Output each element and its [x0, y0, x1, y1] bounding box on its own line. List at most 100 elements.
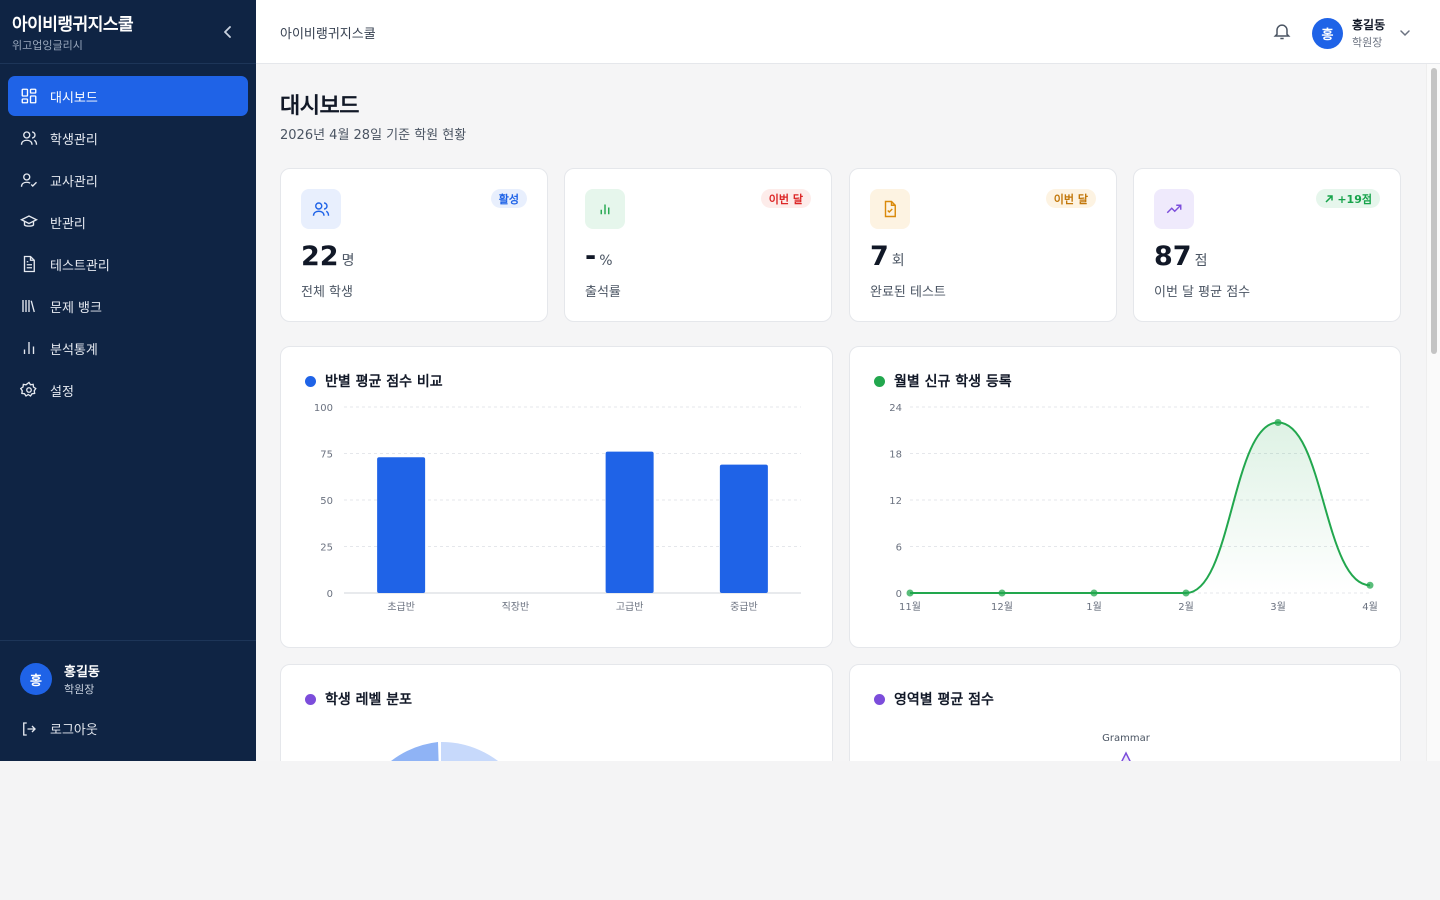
bar: [377, 457, 426, 593]
y-tick-label: 25: [320, 543, 333, 554]
level-distribution-card: 학생 레벨 분포: [280, 664, 833, 761]
area-score-card: 영역별 평균 점수 Grammar: [849, 664, 1401, 761]
y-tick-label: 100: [314, 403, 333, 414]
page-title: 대시보드: [280, 94, 359, 119]
sidebar-item-label: 교사관리: [50, 174, 98, 190]
x-tick-label: 초급반: [387, 601, 415, 613]
pie-chart: [391, 741, 498, 761]
radar-chart: Grammar: [1102, 733, 1151, 761]
user-menu-button[interactable]: 홍 홍길동 학원장: [1312, 16, 1411, 50]
line-point: [1182, 589, 1190, 597]
logout-icon: [23, 721, 36, 736]
sidebar-item-question-bank[interactable]: 문제 뱅크: [8, 286, 248, 326]
bar: [605, 451, 654, 593]
main-content: 대시보드 2026년 4월 28일 기준 학원 현황 활성 22 명 전체 학생 …: [256, 64, 1440, 761]
y-tick-label: 12: [889, 496, 902, 507]
y-tick-label: 24: [889, 403, 902, 414]
sidebar-item-tests[interactable]: 테스트관리: [8, 244, 248, 284]
sidebar: 아이비랭귀지스쿨 위고업잉글리시 대시보드 학생관리 교사관리 반관리 테스트관…: [0, 0, 256, 761]
line-chart-card: 월별 신규 학생 등록 0 6 12 18 24 11월 12월 1월 2월 3월 4월: [849, 346, 1401, 648]
stat-unit: %: [599, 253, 613, 269]
sidebar-item-classes[interactable]: 반관리: [8, 202, 248, 242]
sidebar-user-name: 홍길동: [64, 665, 100, 680]
notifications-button[interactable]: [1272, 21, 1292, 41]
sidebar-item-label: 분석통계: [50, 342, 98, 358]
stat-icon-box: [301, 189, 341, 229]
stat-number: 7: [870, 241, 889, 272]
brand-title: 아이비랭귀지스쿨: [12, 15, 134, 35]
sidebar-item-label: 테스트관리: [50, 258, 110, 274]
app-root: 아이비랭귀지스쿨 위고업잉글리시 대시보드 학생관리 교사관리 반관리 테스트관…: [0, 0, 1440, 761]
topbar: 아이비랭귀지스쿨 홍 홍길동 학원장: [256, 0, 1440, 64]
stat-icon-box: [870, 189, 910, 229]
stat-label: 이번 달 평균 점수: [1154, 285, 1251, 300]
stat-number: 22: [301, 241, 339, 272]
stat-unit: 점: [1194, 253, 1208, 269]
logout-button[interactable]: 로그아웃: [20, 719, 236, 738]
x-tick-label: 2월: [1178, 601, 1194, 613]
sidebar-item-label: 학생관리: [50, 132, 98, 148]
stat-number: 87: [1154, 241, 1192, 272]
bar-chart-icon: [23, 342, 35, 354]
library-icon: [22, 300, 35, 313]
radar-shape: [1121, 751, 1131, 761]
bell-icon: [1273, 24, 1291, 40]
stat-icon-box: [585, 189, 625, 229]
trending-up-icon: [1166, 204, 1182, 214]
y-tick-label: 75: [320, 450, 333, 461]
stat-unit: 명: [341, 253, 355, 269]
arrow-up-right-icon: [1325, 194, 1334, 203]
stat-value: -%: [585, 241, 613, 272]
y-tick-label: 0: [327, 589, 333, 600]
sidebar-item-students[interactable]: 학생관리: [8, 118, 248, 158]
avatar: 홍: [20, 663, 52, 695]
line-point: [1274, 419, 1282, 426]
y-tick-label: 6: [896, 543, 902, 554]
x-tick-label: 4월: [1362, 601, 1378, 613]
collapse-sidebar-button[interactable]: [218, 22, 238, 42]
sidebar-item-analytics[interactable]: 분석통계: [8, 328, 248, 368]
stat-value: 22 명: [301, 241, 354, 272]
sidebar-item-teachers[interactable]: 교사관리: [8, 160, 248, 200]
x-tick-label: 3월: [1270, 601, 1286, 613]
dashboard-grid-icon: [21, 88, 37, 104]
users-icon: [20, 131, 38, 145]
line-point: [906, 589, 914, 597]
page-subtitle: 2026년 4월 28일 기준 학원 현황: [280, 128, 467, 143]
chevron-left-icon: [224, 26, 231, 38]
users-icon: [312, 202, 330, 216]
sidebar-item-label: 설정: [50, 384, 74, 400]
y-tick-label: 50: [320, 496, 333, 507]
graduation-cap-icon: [20, 215, 38, 227]
x-tick-label: 12월: [991, 601, 1013, 613]
status-badge: 이번 달: [1045, 189, 1096, 208]
badge-text: +19점: [1337, 192, 1372, 206]
status-badge: +19점: [1316, 189, 1380, 208]
stat-unit: 회: [891, 253, 905, 269]
line-point: [998, 589, 1006, 597]
file-check-icon: [884, 200, 896, 218]
sidebar-brand: 아이비랭귀지스쿨 위고업잉글리시: [0, 0, 256, 64]
sidebar-footer: 홍 홍길동 학원장 로그아웃: [0, 640, 256, 758]
document-icon: [23, 255, 35, 273]
sidebar-item-label: 대시보드: [50, 90, 98, 106]
topbar-title: 아이비랭귀지스쿨: [280, 27, 376, 42]
y-tick-label: 0: [896, 589, 902, 600]
line-area: [910, 422, 1370, 593]
stat-card-students: 활성 22 명 전체 학생: [280, 168, 548, 322]
x-tick-label: 직장반: [502, 601, 530, 613]
sidebar-item-dashboard[interactable]: 대시보드: [8, 76, 248, 116]
stat-card-tests: 이번 달 7회 완료된 테스트: [849, 168, 1117, 322]
stat-icon-box: [1154, 189, 1194, 229]
stat-label: 완료된 테스트: [870, 285, 946, 300]
logout-label: 로그아웃: [50, 723, 98, 738]
line-chart: 0 6 12 18 24 11월 12월 1월 2월 3월 4월: [889, 403, 1378, 613]
status-badge: 활성: [490, 189, 527, 208]
x-tick-label: 중급반: [730, 601, 758, 613]
main-scrollbar[interactable]: [1426, 64, 1440, 761]
pie-slice: [441, 741, 498, 761]
sidebar-item-settings[interactable]: 설정: [8, 370, 248, 410]
line-point: [1090, 589, 1098, 597]
line-point: [1366, 581, 1374, 589]
scrollbar-thumb[interactable]: [1431, 68, 1437, 354]
